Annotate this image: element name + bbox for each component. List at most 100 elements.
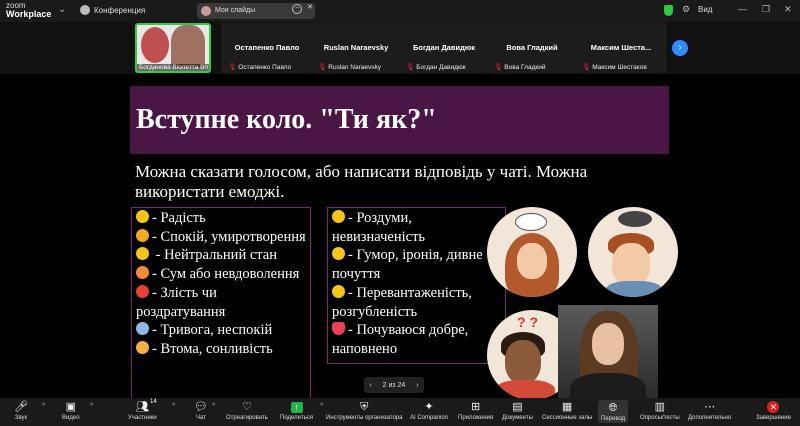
participant-tile[interactable]: Ruslan Naraevsky 🎙 Ruslan Naraevsky xyxy=(312,23,400,73)
close-icon[interactable]: ✕ xyxy=(305,4,315,14)
host-tools-button[interactable]: ⛨ Инструменты организатора xyxy=(326,400,402,421)
chat-options-caret[interactable]: ^ xyxy=(212,403,215,410)
sad-emoji-icon xyxy=(136,266,149,280)
participant-label: 🎙 Вова Гладкий xyxy=(494,64,546,71)
microphone-icon: 🎤︎ xyxy=(14,401,28,413)
participant-tile[interactable]: Богдан Давидюк 🎙 Богдан Давидюк xyxy=(400,23,488,73)
more-button[interactable]: ⋯ Дополнительно xyxy=(688,400,731,421)
participant-tile-active[interactable]: Богданова Віолетта Віталі... xyxy=(135,23,211,73)
meeting-icon xyxy=(80,5,90,15)
docs-icon: ▤ xyxy=(512,401,523,413)
window-close-icon[interactable]: ✕ xyxy=(784,4,792,15)
participant-video xyxy=(141,27,169,63)
apps-button[interactable]: ⊞ Приложения xyxy=(458,400,493,421)
participant-name: Богдан Давидюк xyxy=(412,43,475,52)
muted-mic-icon: 🎙 xyxy=(228,64,237,71)
minus-icon[interactable]: − xyxy=(292,4,302,14)
participant-video-2 xyxy=(171,25,205,67)
list-item: - Спокій, умиротворення xyxy=(136,228,306,247)
view-menu[interactable]: Вид xyxy=(698,5,712,14)
grinning-emoji-icon xyxy=(136,210,149,223)
chart-icon: ▥ xyxy=(654,401,666,413)
meeting-toolbar: 🎤︎ Звук ^ ▣ Видео ^ 👥︎ 14 Участники ^ 💬︎ Чат … xyxy=(0,398,800,426)
docs-button[interactable]: ▤ Документы xyxy=(502,400,533,421)
chat-icon: 💬︎ xyxy=(194,401,208,413)
participant-tile[interactable]: Максим Шеста... 🎙 Максим Шестаков xyxy=(576,23,666,73)
participant-name: Остапенко Павло xyxy=(234,43,300,52)
participant-name: Максим Шеста... xyxy=(590,43,652,52)
chevron-down-icon[interactable]: ⌄ xyxy=(58,4,66,15)
camera-icon: ▣ xyxy=(65,401,76,413)
list-item: - Злість чи роздратування xyxy=(136,284,226,320)
list-item: - Роздуми, невизначеність xyxy=(332,210,426,245)
sparkle-icon: ✦ xyxy=(424,401,434,413)
end-meeting-button[interactable]: ✕ Завершение xyxy=(756,400,791,421)
video-options-caret[interactable]: ^ xyxy=(90,403,93,410)
grid-icon: ▦ xyxy=(561,401,573,413)
list-item: - Радість xyxy=(136,209,306,228)
participant-name: Вова Гладкий xyxy=(506,43,558,52)
polls-button[interactable]: ▥ Опросы/тесты xyxy=(640,400,680,421)
zoom-logo: zoom Workplace xyxy=(6,1,51,19)
participant-strip: Богданова Віолетта Віталі... Остапенко П… xyxy=(0,22,800,74)
participant-name: Ruslan Naraevsky xyxy=(323,43,389,52)
previous-slide-icon[interactable]: ‹ xyxy=(369,382,371,389)
muted-mic-icon: 🎙 xyxy=(494,64,503,71)
end-icon: ✕ xyxy=(767,401,780,413)
more-icon: ⋯ xyxy=(704,401,716,413)
heart-emoji-icon xyxy=(332,322,345,336)
list-item: - Втома, сонливість xyxy=(136,340,306,359)
title-bar: zoom Workplace ⌄ Конференция Мои слайды … xyxy=(0,0,800,22)
illustration-confused-woman xyxy=(487,207,577,297)
logo-line-2: Workplace xyxy=(6,9,52,19)
share-icon: ↑ xyxy=(290,402,303,413)
video-button[interactable]: ▣ Видео xyxy=(62,400,80,421)
react-button[interactable]: ♡ Отреагировать xyxy=(226,400,268,421)
muted-mic-icon: 🎙 xyxy=(318,64,327,71)
participant-label: 🎙 Богдан Давидюк xyxy=(406,64,466,71)
slide-pager: ‹ 2 из 24 › xyxy=(364,377,424,393)
settings-icon[interactable]: ⚙ xyxy=(682,4,690,15)
participant-label: 🎙 Остапенко Павло xyxy=(228,64,292,71)
security-shield-icon[interactable] xyxy=(664,5,673,16)
participants-button[interactable]: 👥︎ 14 Участники xyxy=(128,399,157,421)
participant-tile[interactable]: Вова Гладкий 🎙 Вова Гладкий xyxy=(488,23,576,73)
next-slide-icon[interactable]: › xyxy=(416,382,418,389)
list-item: - Почуваюся добре, наповнено xyxy=(332,322,469,357)
apps-icon: ⊞ xyxy=(470,401,481,413)
maximize-icon[interactable]: ❐ xyxy=(762,4,770,15)
angry-emoji-icon xyxy=(136,284,149,298)
audio-options-caret[interactable]: ^ xyxy=(42,403,45,410)
shield-icon: ⛨ xyxy=(360,401,369,413)
participant-tile[interactable]: Остапенко Павло 🎙 Остапенко Павло xyxy=(222,23,312,73)
sleepy-emoji-icon xyxy=(136,340,149,354)
anxious-emoji-icon xyxy=(136,322,149,336)
minimize-icon[interactable]: — xyxy=(738,4,747,14)
illustration-sad-man xyxy=(588,207,678,297)
slide-title-bar: Вступне коло. "Ти як?" xyxy=(130,86,669,154)
ai-companion-button[interactable]: ✦ AI Companion xyxy=(410,400,448,421)
chat-button[interactable]: 💬︎ Чат xyxy=(194,400,208,421)
participant-label: 🎙 Максим Шестаков xyxy=(582,64,647,71)
list-item: - Гумор, іронія, дивне почуття xyxy=(332,247,483,283)
list-item: - Нейтральний стан xyxy=(136,246,306,265)
muted-mic-icon: 🎙 xyxy=(582,64,591,71)
participant-label: Богданова Віолетта Віталі... xyxy=(137,64,209,71)
next-page-icon[interactable]: › xyxy=(672,40,688,56)
page-counter: 2 из 24 xyxy=(382,381,406,389)
smiling-emoji-icon xyxy=(136,228,149,242)
flushed-emoji-icon xyxy=(332,247,345,261)
neutral-emoji-icon xyxy=(136,247,149,261)
breakout-rooms-button[interactable]: ▦ Сессионные залы xyxy=(542,400,592,421)
audio-button[interactable]: 🎤︎ Звук xyxy=(14,400,28,421)
sharer-avatar xyxy=(201,6,211,16)
thinking-emoji-icon xyxy=(332,210,345,223)
share-screen-button[interactable]: ↑ Поделиться xyxy=(280,400,313,421)
slide-subtitle: Можна сказати голосом, або написати відп… xyxy=(135,162,588,201)
list-item: - Сум або невдоволення xyxy=(136,265,306,284)
translation-button[interactable]: 🌐︎ Перевод xyxy=(598,400,629,423)
presenter-video[interactable] xyxy=(558,305,658,400)
meeting-info-button[interactable]: Конференция xyxy=(80,5,145,15)
participants-options-caret[interactable]: ^ xyxy=(172,403,175,410)
share-options-caret[interactable]: ^ xyxy=(320,403,323,410)
